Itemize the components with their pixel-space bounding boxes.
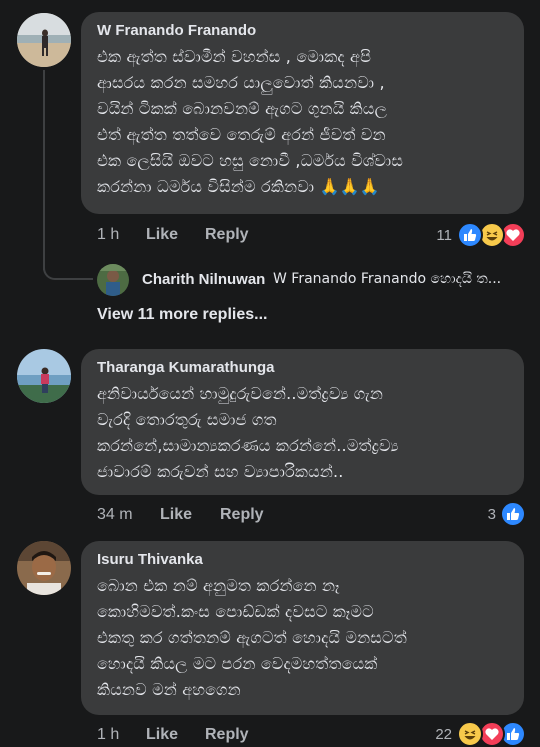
comment-author[interactable]: Tharanga Kumarathunga xyxy=(97,359,275,376)
comment-line: කරන්නා ධර්මය විසින්ම රකිනවා 🙏🙏🙏 xyxy=(97,177,380,196)
reply-button[interactable]: Reply xyxy=(205,226,249,244)
reply-author[interactable]: Charith Nilnuwan xyxy=(142,271,265,288)
comment-line: එක ලෙසියි ඔවට හසු නොවී ,ධර්මය විශ්වාස xyxy=(97,151,404,170)
like-button[interactable]: Like xyxy=(146,226,178,244)
comment-line: එක ඇත්ත ස්වාමීන් වහන්ස , මොකද අපි xyxy=(97,47,372,66)
reply-button[interactable]: Reply xyxy=(220,506,264,524)
comment-line: කරන්නේ,සාමාන්‍යකරණය කරන්නේ..මත්ද්‍රව්‍ය xyxy=(97,436,399,455)
view-more-replies-link[interactable]: View 11 more replies... xyxy=(97,306,267,324)
comment-line: වැරදි තොරතුරු සමාජ ගත xyxy=(97,410,277,429)
comment-line: ආසරය කරන සමහර යාලුවොත් කියනවා , xyxy=(97,73,385,92)
thread-line-vertical xyxy=(43,70,45,270)
comment-line: ජාවාරම් කරුවන් සහ ව්‍යාපාරිකයන්.. xyxy=(97,462,344,481)
comment-author[interactable]: Isuru Thivanka xyxy=(97,551,203,568)
comment-line: අනිවාර්යයෙන් හාමුදුරුවනේ..මත්ද්‍රව්‍ය ගැ… xyxy=(97,384,384,403)
comment-line: එකතු කර ගත්තනම් ඇගටත් හොදයි මනසටත් xyxy=(97,628,407,647)
comment-line: කියනව මන් අහගෙන xyxy=(97,680,241,699)
comment-text: බොන එක නම් අනුමත කරන්නෙ නෑ කොහිමවත්.කංස ප… xyxy=(97,573,407,703)
reaction-count[interactable]: 11 xyxy=(420,227,452,244)
avatar[interactable] xyxy=(17,349,71,403)
reaction-count[interactable]: 22 xyxy=(420,726,452,743)
haha-reaction-icon xyxy=(457,721,483,747)
comment-line: බොන එක නම් අනුමත කරන්නෙ නෑ xyxy=(97,576,340,595)
comment-text: එක ඇත්ත ස්වාමීන් වහන්ස , මොකද අපි ආසරය කර… xyxy=(97,44,403,200)
avatar[interactable] xyxy=(17,541,71,595)
comment-time[interactable]: 1 h xyxy=(97,226,119,244)
reaction-count[interactable]: 3 xyxy=(470,506,496,523)
comment-time[interactable]: 1 h xyxy=(97,726,119,744)
reply-avatar[interactable] xyxy=(97,264,129,296)
comment-bubble: Isuru Thivanka බොන එක නම් අනුමත කරන්නෙ න… xyxy=(81,541,524,715)
reply-snippet[interactable]: W Franando Franando හොදයි ත... xyxy=(273,271,501,287)
like-reaction-icon xyxy=(500,501,526,527)
like-button[interactable]: Like xyxy=(146,726,178,744)
comment-bubble: Tharanga Kumarathunga අනිවාර්යයෙන් හාමුද… xyxy=(81,349,524,495)
avatar[interactable] xyxy=(17,13,71,67)
comment-line: කොහිමවත්.කංස පොඩ්ඩක් දවසට කෑමට xyxy=(97,602,374,621)
comment-time[interactable]: 34 m xyxy=(97,506,133,524)
like-reaction-icon xyxy=(457,222,483,248)
reply-button[interactable]: Reply xyxy=(205,726,249,744)
comment-text: අනිවාර්යයෙන් හාමුදුරුවනේ..මත්ද්‍රව්‍ය ගැ… xyxy=(97,381,399,485)
comment-line: හොදයි කියල මට පරන වෙදමහත්තයෙක් xyxy=(97,654,378,673)
like-button[interactable]: Like xyxy=(160,506,192,524)
thread-line-curve xyxy=(43,268,93,280)
comment-author[interactable]: W Franando Franando xyxy=(97,22,256,39)
comment-line: එත් ඇත්ත තත්වෙ තෙරුම් අරන් ජීවත් වන xyxy=(97,125,386,144)
comment-bubble: W Franando Franando එක ඇත්ත ස්වාමීන් වහන… xyxy=(81,12,524,214)
comment-line: වයින් ටිකක් බොනවනම් ඇගට ගුනයි කියල xyxy=(97,99,387,118)
